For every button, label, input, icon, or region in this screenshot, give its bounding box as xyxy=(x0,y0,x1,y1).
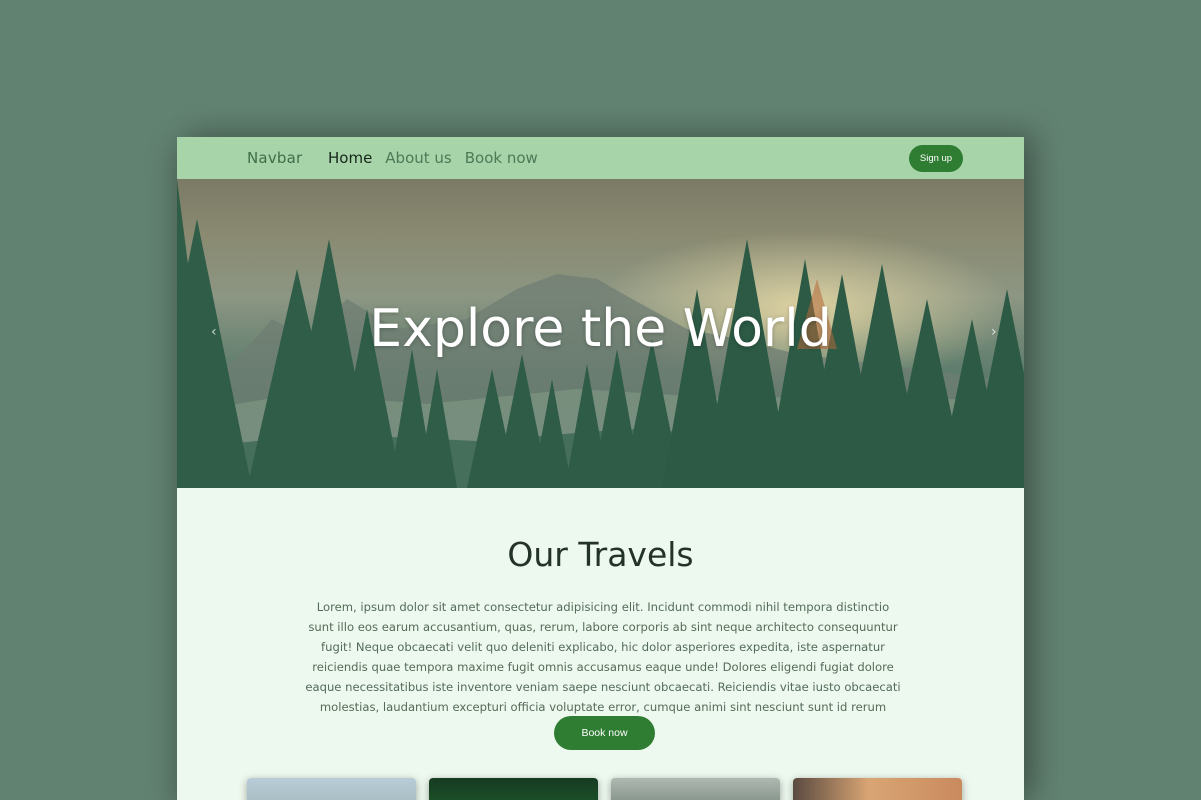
nav-links: Home About us Book now xyxy=(328,149,538,167)
travel-card-image[interactable] xyxy=(247,778,416,800)
navbar: Navbar Home About us Book now Sign up xyxy=(177,137,1024,179)
signup-button[interactable]: Sign up xyxy=(909,145,963,172)
navbar-brand[interactable]: Navbar xyxy=(247,149,302,167)
nav-link-book-now[interactable]: Book now xyxy=(465,149,538,167)
section-title: Our Travels xyxy=(507,535,694,574)
nav-link-home[interactable]: Home xyxy=(328,149,372,167)
browser-window: Navbar Home About us Book now Sign up Ex… xyxy=(177,137,1024,800)
hero-title: Explore the World xyxy=(369,299,832,359)
hero-carousel: Explore the World ‹ › xyxy=(177,179,1024,488)
chevron-left-icon[interactable]: ‹ xyxy=(211,325,225,339)
book-now-button[interactable]: Book now xyxy=(554,716,655,750)
travel-card-image[interactable] xyxy=(429,778,598,800)
chevron-right-icon[interactable]: › xyxy=(991,325,1005,339)
nav-link-about-us[interactable]: About us xyxy=(385,149,451,167)
travel-card-image[interactable] xyxy=(793,778,962,800)
travel-card-image[interactable] xyxy=(611,778,780,800)
